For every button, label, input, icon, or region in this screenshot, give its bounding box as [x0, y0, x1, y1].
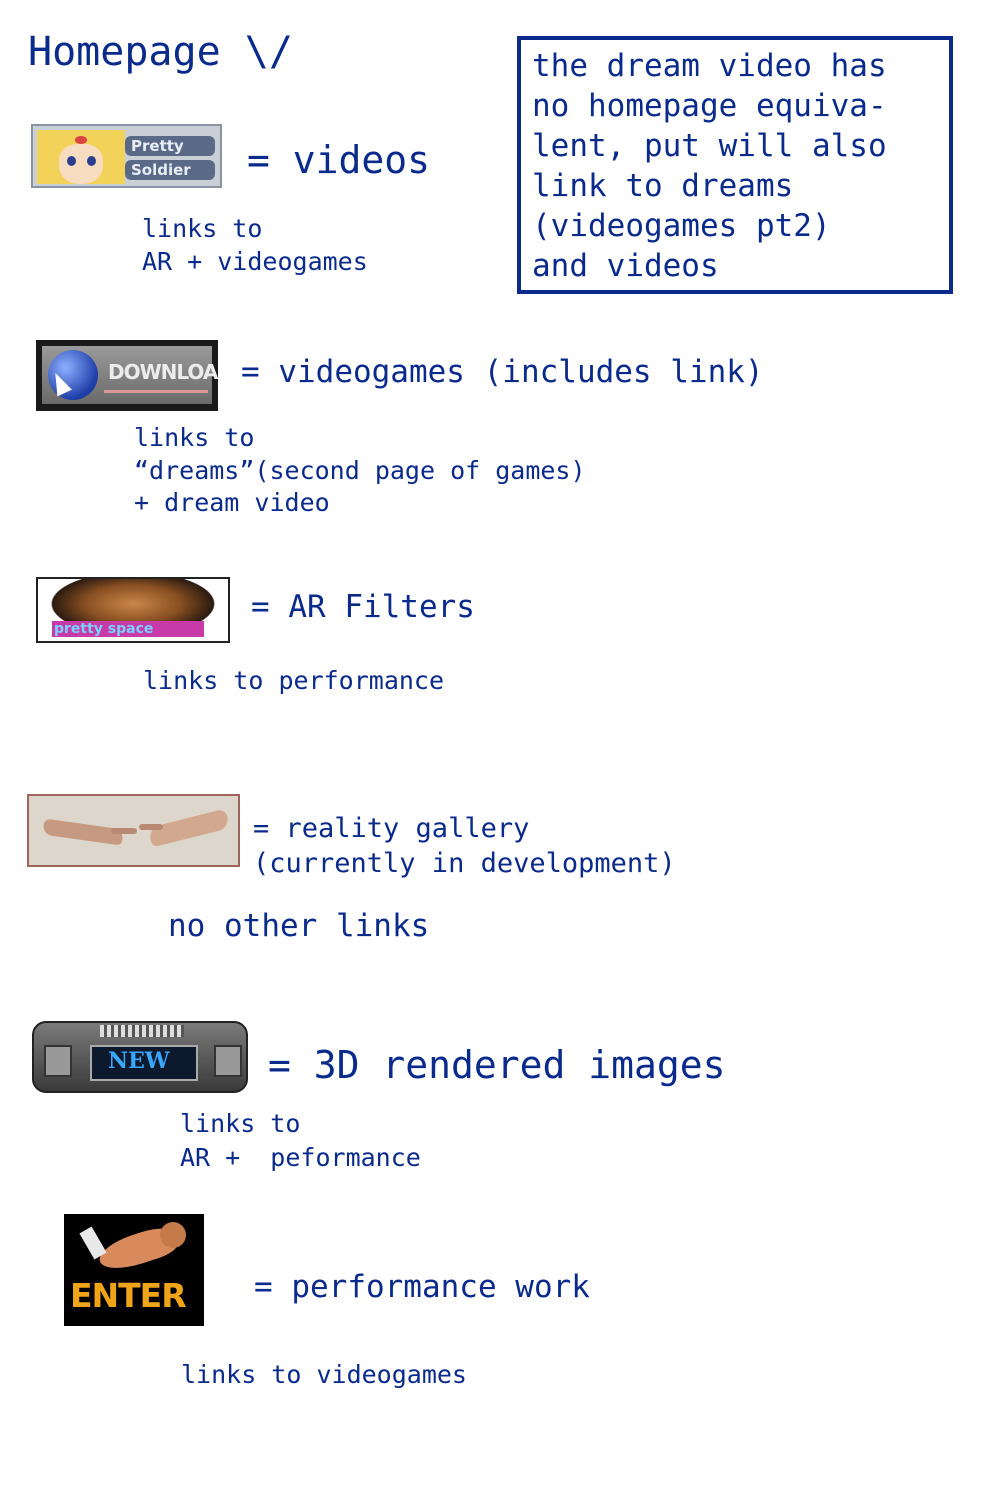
new-button[interactable]: NEW — [32, 1021, 248, 1093]
pretty-space-button[interactable]: pretty space — [36, 577, 230, 643]
item-links-line: links to — [180, 1109, 301, 1138]
note-line: the dream video has — [532, 48, 887, 84]
note-line: (videogames pt2) — [532, 208, 831, 244]
item-label: = videogames (includes link) — [241, 354, 764, 390]
item-links-line: AR + videogames — [142, 247, 368, 276]
creation-of-adam-hands-button[interactable] — [27, 794, 240, 867]
anime-face-icon — [37, 130, 125, 184]
note-line: lent, put will also — [532, 128, 887, 164]
item-label: = AR Filters — [251, 589, 475, 625]
item-label: = videos — [247, 138, 431, 182]
download-button[interactable]: DOWNLOAD — [36, 340, 218, 411]
item-label: = reality gallery — [253, 813, 530, 844]
item-links-line: links to performance — [143, 666, 445, 695]
pretty-soldier-button[interactable]: Pretty Soldier — [31, 124, 222, 188]
note-line: no homepage equiva- — [532, 88, 887, 124]
button-text: DOWNLOAD — [108, 360, 218, 384]
item-links-line: AR + peformance — [180, 1143, 421, 1172]
item-links-line: links to videogames — [181, 1360, 467, 1389]
item-links-line: “dreams”(second page of games) — [134, 456, 586, 485]
button-text: NEW — [108, 1048, 170, 1074]
item-links-line: links to — [134, 423, 255, 452]
button-text: ENTER — [70, 1276, 187, 1315]
item-links-line: no other links — [168, 908, 430, 944]
item-links-line: + dream video — [134, 488, 330, 517]
button-text: pretty space — [54, 621, 154, 637]
enter-button[interactable]: ENTER — [64, 1214, 204, 1326]
item-label: = performance work — [254, 1269, 590, 1305]
item-label: (currently in development) — [253, 848, 676, 879]
item-label: = 3D rendered images — [268, 1043, 726, 1087]
page-title: Homepage \/ — [28, 29, 293, 75]
button-text: Soldier — [131, 161, 191, 179]
button-text: Pretty — [131, 137, 184, 155]
item-links-line: links to — [142, 214, 263, 243]
note-line: and videos — [532, 248, 719, 284]
note-line: link to dreams — [532, 168, 794, 204]
